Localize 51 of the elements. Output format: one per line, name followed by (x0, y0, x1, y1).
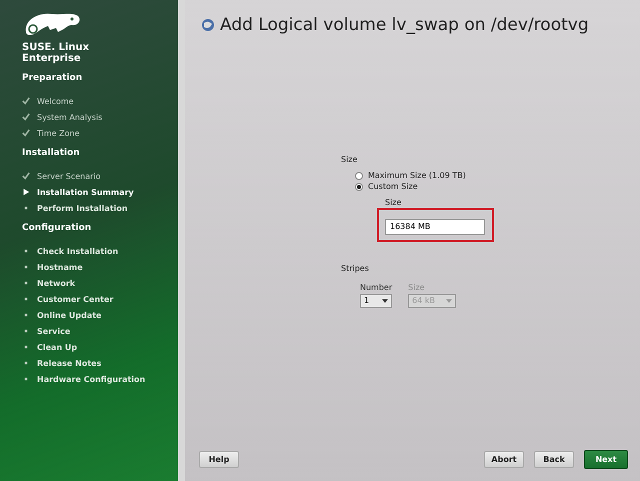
combo-label: Number (360, 282, 392, 292)
step-label: Online Update (37, 310, 102, 320)
step-group-title: Installation (22, 148, 81, 158)
step-label: Hardware Configuration (37, 374, 146, 384)
step-label: Clean Up (37, 342, 78, 352)
bullet-icon (22, 327, 30, 335)
bullet-icon (22, 279, 30, 287)
brand-name: SUSE. Linux (22, 42, 90, 53)
step-label: Hostname (37, 262, 83, 272)
bullet-icon (22, 343, 30, 351)
step-label: Network (37, 278, 76, 288)
abort-button[interactable]: Abort (484, 451, 524, 468)
help-button[interactable]: Help (199, 451, 239, 468)
step-label: Check Installation (37, 246, 118, 256)
step-label: Installation Summary (37, 188, 134, 196)
step-label: Server Scenario (37, 172, 101, 180)
step-label: Perform Installation (37, 204, 128, 212)
step-label: Welcome (37, 96, 74, 106)
step-label: Release Notes (37, 358, 102, 368)
radio-label[interactable]: Maximum Size (1.09 TB) (368, 171, 466, 180)
bullet-icon (22, 204, 30, 212)
step-group-title: Configuration (22, 223, 92, 233)
bullet-icon (22, 375, 30, 383)
section-label: Stripes (341, 264, 370, 272)
step-label: System Analysis (37, 112, 102, 122)
radio-button[interactable] (355, 182, 363, 190)
bullet-icon (22, 247, 30, 255)
size-input-field[interactable]: 16384 MB (385, 218, 485, 234)
bullet-icon (22, 295, 30, 303)
triangle-icon (22, 188, 30, 196)
radio-button[interactable] (355, 172, 363, 180)
step-label: Service (37, 326, 70, 336)
dialog-title: Add Logical volume lv_swap on /dev/rootvg (220, 15, 589, 35)
caret-icon (382, 298, 388, 302)
step-label: Time Zone (37, 128, 80, 138)
bullet-icon (22, 263, 30, 271)
bullet-icon (22, 359, 30, 367)
back-button[interactable]: Back (534, 451, 574, 468)
dropdown[interactable]: 1 (360, 294, 392, 308)
brand-name: Enterprise (22, 53, 82, 64)
globe-icon (201, 18, 215, 32)
caret-icon (446, 298, 452, 302)
radio-label[interactable]: Custom Size (368, 182, 418, 191)
next-button[interactable]: Next (584, 450, 628, 469)
field-label: Size (385, 198, 402, 207)
combo-label: Size (408, 282, 426, 292)
bullet-icon (22, 311, 30, 319)
step-group-title: Preparation (22, 73, 84, 83)
check-icon (22, 172, 30, 180)
step-label: Customer Center (37, 294, 114, 304)
section-label: Size (341, 155, 358, 164)
